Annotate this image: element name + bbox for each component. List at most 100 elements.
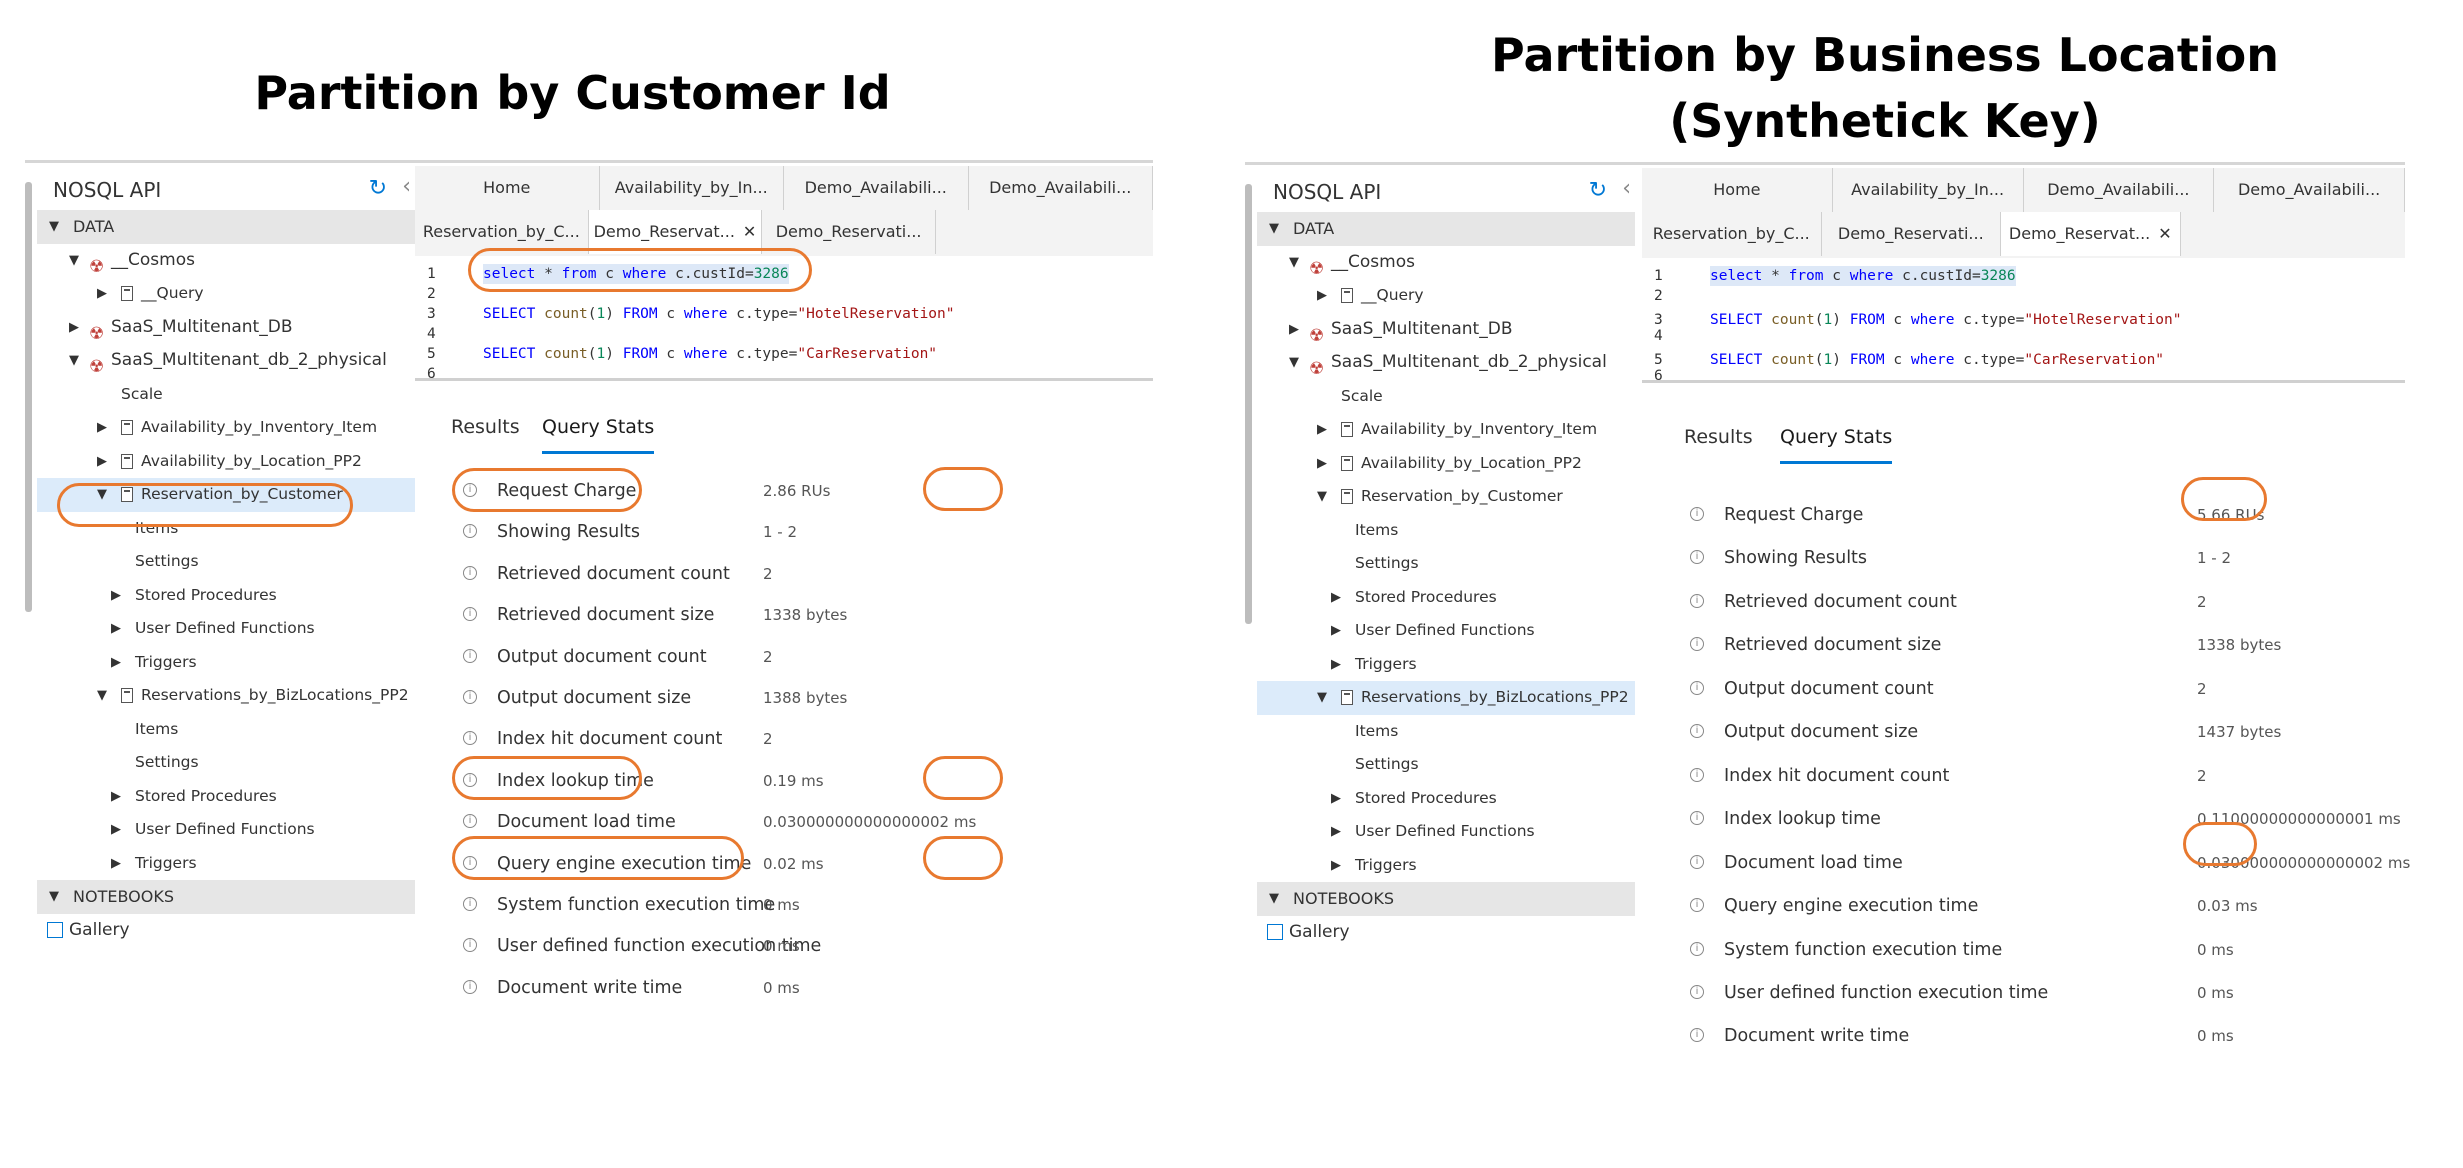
info-icon[interactable]: i <box>463 979 477 994</box>
info-icon[interactable]: i <box>1690 854 1704 869</box>
close-icon[interactable]: ✕ <box>2158 224 2171 243</box>
info-icon[interactable]: i <box>463 648 477 663</box>
info-icon[interactable]: i <box>1690 984 1704 999</box>
chevron-right-icon[interactable]: ▶ <box>97 411 107 445</box>
tree-item-cosmos[interactable]: ▼ ☢ __Cosmos <box>37 244 415 278</box>
editor-line[interactable]: 1 select * from c where c.custId=3286 <box>1642 266 2405 286</box>
tab-home[interactable]: Home <box>415 166 600 210</box>
tree-item-settings[interactable]: Settings <box>37 746 415 780</box>
chevron-right-icon[interactable]: ▶ <box>111 847 121 881</box>
tab-demo-availabili[interactable]: Demo_Availabili... <box>2214 168 2405 212</box>
info-icon[interactable]: i <box>1690 941 1704 956</box>
tab-demo-reservati[interactable]: Demo_Reservati... <box>1822 212 2002 256</box>
tree-item-saas-multitenant-db[interactable]: ▶ ☢ SaaS_Multitenant_DB <box>37 311 415 345</box>
chevron-right-icon[interactable]: ▶ <box>111 813 121 847</box>
tree-item-scale[interactable]: Scale <box>37 378 415 412</box>
tree-item-cosmos[interactable]: ▼ ☢ __Cosmos <box>1257 246 1635 280</box>
tree-item-reservations-by-bizlocations-pp2[interactable]: ▼ Reservations_by_BizLocations_PP2 <box>1257 681 1635 715</box>
refresh-icon[interactable]: ↻ <box>1589 178 1607 203</box>
tree-item-stored-procedures[interactable]: ▶ Stored Procedures <box>37 780 415 814</box>
tree-item-reservations-by-bizlocations-pp2[interactable]: ▼ Reservations_by_BizLocations_PP2 <box>37 679 415 713</box>
tree-section-data[interactable]: ▼ DATA <box>37 210 415 244</box>
tree-item-settings[interactable]: Settings <box>1257 547 1635 581</box>
tab-query-stats[interactable]: Query Stats <box>1780 426 1893 464</box>
chevron-right-icon[interactable]: ▶ <box>1331 581 1341 615</box>
tree-item-items[interactable]: Items <box>37 512 415 546</box>
chevron-down-icon[interactable]: ▼ <box>49 880 59 914</box>
tree-item-gallery[interactable]: Gallery <box>1257 916 1635 950</box>
info-icon[interactable]: i <box>1690 724 1704 739</box>
tree-item-scale[interactable]: Scale <box>1257 380 1635 414</box>
chevron-right-icon[interactable]: ▶ <box>97 277 107 311</box>
tree-item-reservation-by-customer[interactable]: ▼ Reservation_by_Customer <box>37 478 415 512</box>
info-icon[interactable]: i <box>1690 767 1704 782</box>
tree-item-reservation-by-customer[interactable]: ▼ Reservation_by_Customer <box>1257 480 1635 514</box>
editor-line[interactable]: 4 <box>1642 326 2405 346</box>
editor-line[interactable]: 2 <box>415 284 1153 304</box>
tree-item-items[interactable]: Items <box>1257 715 1635 749</box>
editor-line[interactable]: 3 SELECT count(1) FROM c where c.type="Ho… <box>415 304 1153 324</box>
chevron-right-icon[interactable]: ▶ <box>69 311 79 345</box>
tree-item-availability-by-inventory-item[interactable]: ▶ Availability_by_Inventory_Item <box>37 411 415 445</box>
tab-demo-availabili[interactable]: Demo_Availabili... <box>784 166 969 210</box>
chevron-down-icon[interactable]: ▼ <box>69 244 79 278</box>
chevron-down-icon[interactable]: ▼ <box>49 210 59 244</box>
tab-demo-reservat[interactable]: Demo_Reservat... ✕ <box>588 210 763 254</box>
tree-item-user-defined-functions[interactable]: ▶ User Defined Functions <box>1257 614 1635 648</box>
tree-item-user-defined-functions[interactable]: ▶ User Defined Functions <box>1257 815 1635 849</box>
tree-item-triggers[interactable]: ▶ Triggers <box>37 646 415 680</box>
tab-results[interactable]: Results <box>451 416 520 438</box>
tree-section-data[interactable]: ▼ DATA <box>1257 212 1635 246</box>
info-icon[interactable]: i <box>463 565 477 580</box>
tree-item-settings[interactable]: Settings <box>37 545 415 579</box>
chevron-down-icon[interactable]: ▼ <box>1269 882 1279 916</box>
tree-item-user-defined-functions[interactable]: ▶ User Defined Functions <box>37 612 415 646</box>
chevron-right-icon[interactable]: ▶ <box>97 445 107 479</box>
chevron-right-icon[interactable]: ▶ <box>1317 413 1327 447</box>
info-icon[interactable]: i <box>1690 811 1704 826</box>
tree-item-items[interactable]: Items <box>37 713 415 747</box>
chevron-right-icon[interactable]: ▶ <box>1317 447 1327 481</box>
tree-item-availability-by-inventory-item[interactable]: ▶ Availability_by_Inventory_Item <box>1257 413 1635 447</box>
info-icon[interactable]: i <box>1690 637 1704 652</box>
tree-item-triggers[interactable]: ▶ Triggers <box>1257 648 1635 682</box>
tree-item-gallery[interactable]: Gallery <box>37 914 415 948</box>
tree-section-notebooks[interactable]: ▼ NOTEBOOKS <box>37 880 415 914</box>
chevron-right-icon[interactable]: ▶ <box>1331 782 1341 816</box>
info-icon[interactable]: i <box>463 855 477 870</box>
tab-results[interactable]: Results <box>1684 426 1753 448</box>
info-icon[interactable]: i <box>1690 1028 1704 1043</box>
chevron-down-icon[interactable]: ▼ <box>1317 480 1327 514</box>
query-editor[interactable]: 1 select * from c where c.custId=3286 2 3 SE… <box>415 256 1153 381</box>
tree-section-notebooks[interactable]: ▼ NOTEBOOKS <box>1257 882 1635 916</box>
tab-availability-by-in[interactable]: Availability_by_In... <box>1833 168 2024 212</box>
tree-item-stored-procedures[interactable]: ▶ Stored Procedures <box>1257 581 1635 615</box>
info-icon[interactable]: i <box>1690 898 1704 913</box>
editor-line[interactable]: 2 <box>1642 286 2405 306</box>
chevron-down-icon[interactable]: ▼ <box>1289 346 1299 380</box>
chevron-down-icon[interactable]: ▼ <box>1317 681 1327 715</box>
tree-item-query[interactable]: ▶ __Query <box>37 277 415 311</box>
editor-line[interactable]: 1 select * from c where c.custId=3286 <box>415 264 1153 284</box>
chevron-right-icon[interactable]: ▶ <box>1331 849 1341 883</box>
chevron-down-icon[interactable]: ▼ <box>97 679 107 713</box>
tree-scrollbar[interactable] <box>1245 184 1252 624</box>
tab-demo-reservat[interactable]: Demo_Reservat... ✕ <box>2001 212 2181 256</box>
info-icon[interactable]: i <box>463 938 477 953</box>
tab-query-stats[interactable]: Query Stats <box>542 416 655 454</box>
info-icon[interactable]: i <box>463 524 477 539</box>
chevron-down-icon[interactable]: ▼ <box>97 478 107 512</box>
info-icon[interactable]: i <box>1690 680 1704 695</box>
chevron-right-icon[interactable]: ▶ <box>1331 648 1341 682</box>
tab-reservation-by-c[interactable]: Reservation_by_C... <box>415 210 589 254</box>
info-icon[interactable]: i <box>1690 550 1704 565</box>
close-icon[interactable]: ✕ <box>743 222 756 241</box>
refresh-icon[interactable]: ↻ <box>369 176 387 201</box>
tree-item-stored-procedures[interactable]: ▶ Stored Procedures <box>37 579 415 613</box>
chevron-right-icon[interactable]: ▶ <box>111 780 121 814</box>
tab-availability-by-in[interactable]: Availability_by_In... <box>600 166 784 210</box>
query-editor[interactable]: 1 select * from c where c.custId=3286 2 3 SE… <box>1642 258 2405 383</box>
chevron-right-icon[interactable]: ▶ <box>111 579 121 613</box>
info-icon[interactable]: i <box>463 772 477 787</box>
tree-item-saas-multitenant-db[interactable]: ▶ ☢ SaaS_Multitenant_DB <box>1257 313 1635 347</box>
